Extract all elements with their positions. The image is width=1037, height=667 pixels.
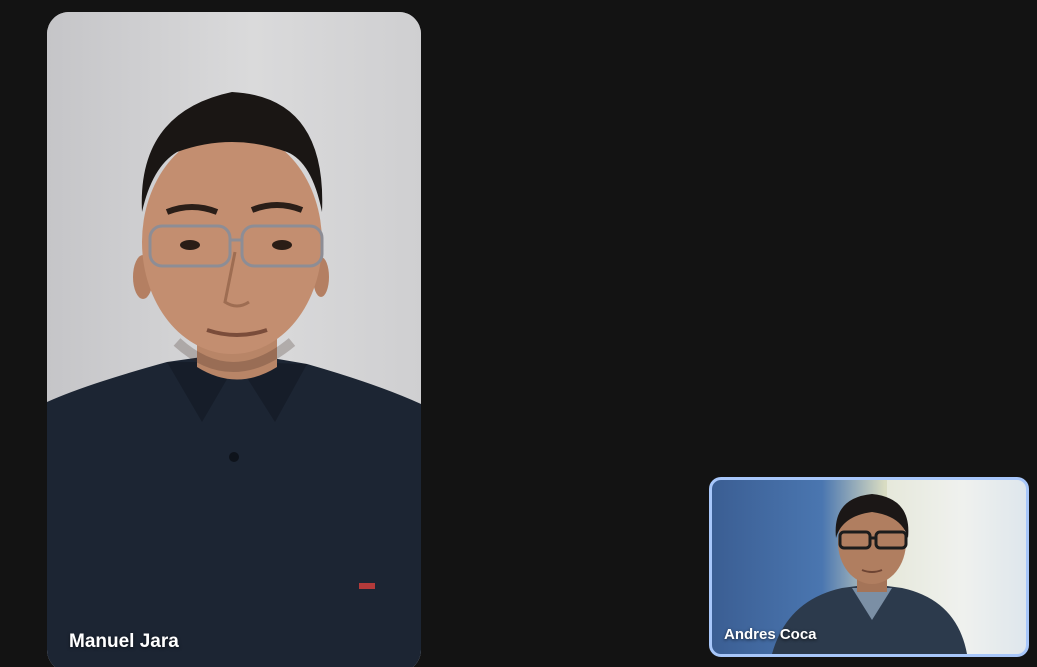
participant-video <box>47 92 421 667</box>
shirt-logo <box>359 583 375 589</box>
participant-tile-main[interactable] <box>47 12 421 667</box>
participant-name-self: Andres Coca <box>724 626 817 643</box>
shirt-button <box>229 452 239 462</box>
meeting-stage: Manuel Jara Andres Coca <box>0 0 1037 667</box>
participant-name-main: Manuel Jara <box>69 631 179 652</box>
